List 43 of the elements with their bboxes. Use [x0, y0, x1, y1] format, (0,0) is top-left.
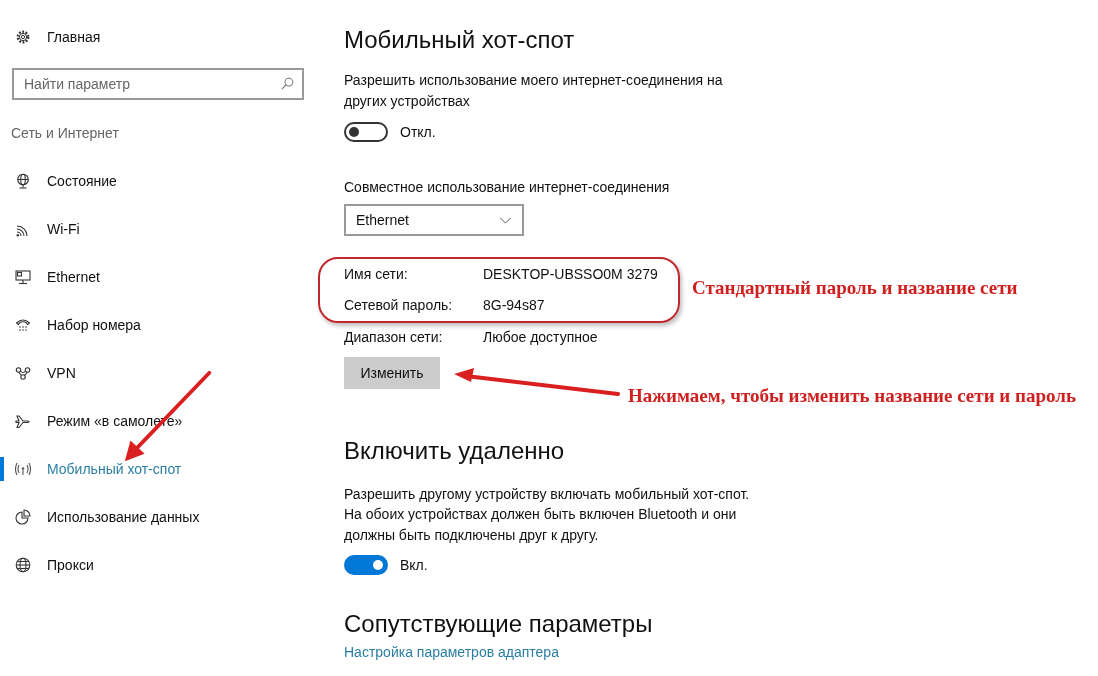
property-value: Любое доступное: [483, 328, 598, 345]
dropdown[interactable]: Ethernet: [344, 204, 524, 236]
nav-item[interactable]: Набор номера: [0, 301, 149, 349]
toggle-label: Вкл.: [400, 557, 428, 573]
property-label: Диапазон сети:: [344, 328, 443, 345]
nav-item[interactable]: Wi-Fi: [0, 205, 88, 253]
description-text: Разрешить использование моего интернет-соединения на других устройствах: [344, 71, 724, 111]
nav-item[interactable]: Ethernet: [0, 253, 108, 301]
annotation-text: Нажимаем, чтобы изменить название сети и пароль: [628, 385, 1076, 407]
edit-button[interactable]: Изменить: [344, 356, 440, 389]
vpn-icon: [15, 365, 31, 381]
airplane-icon: [15, 413, 31, 429]
home-link[interactable]: Главная: [0, 22, 110, 52]
property-value: 8G-94s87: [483, 297, 545, 314]
annotation-text: Стандартный пароль и название сети: [692, 277, 1018, 299]
nav-item[interactable]: Прокси: [0, 541, 102, 589]
description-text: Разрешить другому устройству включать мобильный хот-спот. На обоих устройствах должен быть включен Bluetooth и они должны быть подключены друг к другу.: [344, 484, 751, 545]
toggle-label: Откл.: [400, 124, 436, 140]
field-label: Совместное использование интернет-соединения: [344, 178, 670, 197]
nav-item[interactable]: Мобильный хот-спот: [0, 445, 190, 493]
section-heading: Включить удаленно: [344, 435, 565, 466]
section-heading: Сопутствующие параметры: [344, 609, 653, 639]
nav-item[interactable]: Использование данных: [0, 493, 208, 541]
pie-chart-icon: [15, 509, 31, 525]
section-title: Сеть и Интернет: [11, 124, 119, 143]
search-field[interactable]: Найти параметр: [12, 68, 304, 100]
globe-icon: [15, 557, 31, 573]
property-label: Сетевой пароль:: [344, 297, 453, 314]
gear-icon: [15, 29, 31, 45]
toggle-switch[interactable]: [344, 122, 388, 142]
hotspot-icon: [15, 461, 31, 477]
adapter-settings-link[interactable]: Настройка параметров адаптера: [344, 642, 559, 662]
monitor-icon: [15, 269, 31, 285]
globe-monitor-icon: [15, 173, 31, 189]
page-title: Мобильный хот-спот: [344, 25, 575, 55]
toggle-switch[interactable]: [344, 555, 388, 575]
nav-item[interactable]: Состояние: [0, 157, 125, 205]
property-value: DESKTOP-UBSSO0M 3279: [483, 265, 658, 282]
search-icon: [281, 77, 294, 90]
property-label: Имя сети:: [344, 265, 408, 282]
nav-item[interactable]: VPN: [0, 349, 84, 397]
phone-icon: [15, 317, 31, 333]
chevron-down-icon: [499, 216, 512, 224]
